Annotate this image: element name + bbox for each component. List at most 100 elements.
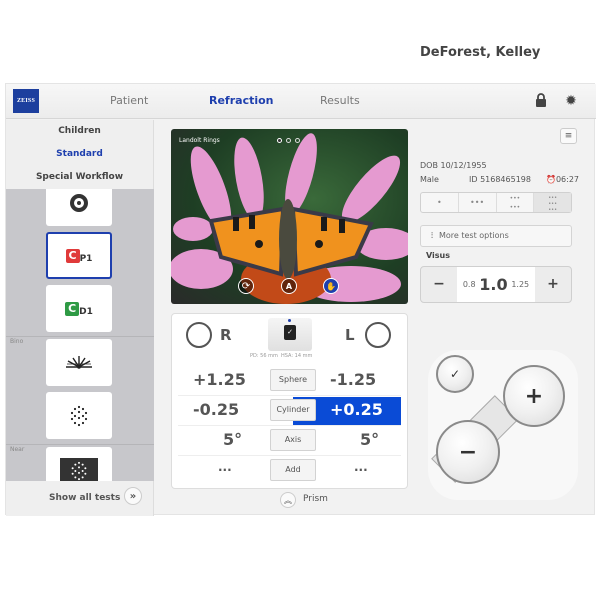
cylinder-right-value[interactable]: -0.25	[193, 400, 239, 419]
axis-right-value[interactable]: 5°	[223, 430, 242, 449]
axis-button[interactable]: Axis	[270, 429, 316, 451]
right-eye-button[interactable]	[186, 322, 212, 348]
chart-name-label: Landolt Rings	[179, 137, 220, 144]
group-divider	[6, 336, 154, 337]
test-chart-preview[interactable]: Landolt Rings ⟳ A ✋	[171, 129, 408, 304]
auto-icon: A	[285, 281, 293, 291]
left-eye-label: L	[345, 326, 355, 344]
dot-pattern-dark-icon	[60, 457, 98, 481]
zeiss-logo: ZEISS	[13, 89, 39, 113]
add-button[interactable]: Add	[270, 459, 316, 481]
chevrons-up-icon: ︽	[284, 495, 292, 505]
cylinder-row: -0.25 Cylinder +0.25	[178, 396, 401, 426]
tile-landolt-p1[interactable]: C P1	[46, 232, 112, 279]
add-right-value[interactable]: ...	[218, 460, 232, 474]
show-all-tests-label[interactable]: Show all tests	[49, 493, 120, 503]
test-tiles-list[interactable]: C P1 C D1 Bino Near	[6, 189, 154, 481]
patient-sex: Male	[420, 175, 439, 184]
segment-children[interactable]: Children	[6, 120, 153, 143]
auto-button[interactable]: A	[281, 278, 297, 294]
dot-pattern-icon	[70, 405, 88, 426]
control-pad: ✓ + −	[428, 350, 578, 500]
axis-row: 5° Axis 5°	[178, 426, 401, 456]
visus-next-value[interactable]: 1.25	[511, 280, 529, 289]
add-row: ... Add ...	[178, 456, 401, 486]
rotate-icon: ⟳	[241, 280, 251, 292]
tile-ring-target[interactable]	[46, 189, 112, 226]
patient-dob: DOB 10/12/1955	[420, 161, 487, 170]
timer-value: 06:27	[555, 175, 580, 184]
sphere-left-value[interactable]: -1.25	[330, 370, 376, 389]
tab-patient[interactable]: Patient	[110, 94, 148, 107]
tile-dot-pattern[interactable]	[46, 392, 112, 439]
cylinder-button[interactable]: Cylinder	[270, 399, 316, 421]
tile-label: P1	[79, 253, 93, 264]
landolt-c-icon: C	[65, 301, 80, 316]
segment-special-workflow[interactable]: Special Workflow	[6, 166, 153, 189]
prism-label[interactable]: Prism	[303, 494, 328, 504]
sphere-row: +1.25 Sphere -1.25	[178, 366, 401, 396]
block-optotype-option[interactable]: ••• •••	[497, 193, 535, 212]
landolt-c-icon: C	[65, 248, 80, 263]
pd-hsa-info: PD: 56 mm HSA: 14 mm	[250, 353, 312, 359]
page-indicator[interactable]	[277, 138, 300, 143]
refraction-panel: R L ✓ PD: 56 mm HSA: 14 mm +1.25 Sphere …	[171, 313, 408, 489]
more-test-options-button[interactable]: ⫶ More test options	[420, 225, 572, 247]
left-eye-button[interactable]	[365, 322, 391, 348]
ring-target-icon	[70, 193, 88, 212]
notes-button[interactable]: ≡	[560, 128, 577, 144]
tab-results[interactable]: Results	[320, 94, 360, 107]
tile-label: D1	[79, 306, 93, 317]
gear-icon[interactable]: ✹	[563, 93, 579, 109]
phoropter-icon[interactable]: ✓	[268, 318, 312, 351]
test-sidebar: Children Standard Special Workflow C P1 …	[6, 120, 154, 516]
group-label-bino: Bino	[10, 338, 24, 345]
cylinder-left-value[interactable]: +0.25	[330, 400, 383, 419]
sphere-right-value[interactable]: +1.25	[193, 370, 246, 389]
session-timer: ⏰06:27	[546, 175, 579, 184]
pd-value: PD: 56 mm	[250, 353, 278, 359]
axis-left-value[interactable]: 5°	[360, 430, 379, 449]
patient-name: DeForest, Kelley	[420, 45, 541, 60]
top-bar: ZEISS Patient Refraction Results ✹	[6, 84, 596, 119]
tile-dot-pattern-dark[interactable]	[46, 447, 112, 481]
lock-icon[interactable]	[533, 93, 549, 109]
hand-icon: ✋	[326, 281, 336, 291]
more-test-options-label: More test options	[439, 231, 509, 240]
tile-landolt-d1[interactable]: C D1	[46, 285, 112, 332]
full-chart-option[interactable]: ••• ••• •••	[534, 193, 571, 213]
group-label-near: Near	[10, 446, 25, 453]
lock-chart-button[interactable]: ✋	[323, 278, 339, 294]
sunburst-icon	[66, 355, 92, 369]
group-divider	[6, 444, 154, 445]
right-eye-label: R	[220, 326, 232, 344]
visus-increase-button[interactable]: +	[535, 267, 571, 302]
confirm-button[interactable]: ✓	[436, 355, 474, 393]
visus-label: Visus	[426, 251, 451, 260]
show-all-tests-button[interactable]: »	[124, 487, 142, 505]
add-left-value[interactable]: ...	[354, 460, 368, 474]
prism-toggle-button[interactable]: ︽	[280, 492, 296, 508]
decrease-button[interactable]: −	[436, 420, 500, 484]
visus-values: 0.8 1.0 1.25	[457, 267, 535, 302]
visus-current-value: 1.0	[479, 275, 508, 294]
single-optotype-option[interactable]: •	[421, 193, 459, 212]
sphere-button[interactable]: Sphere	[270, 369, 316, 391]
row-optotype-option[interactable]: •••	[459, 193, 497, 212]
show-all-tests-row: Show all tests »	[6, 481, 154, 516]
tile-sunburst[interactable]	[46, 339, 112, 386]
menu-lines-icon: ≡	[564, 131, 573, 141]
sliders-icon: ⫶	[431, 231, 433, 240]
segment-standard[interactable]: Standard	[6, 143, 153, 166]
visus-decrease-button[interactable]: −	[421, 267, 457, 302]
visus-stepper: − 0.8 1.0 1.25 +	[420, 266, 572, 303]
optotype-count-selector[interactable]: • ••• ••• ••• ••• ••• •••	[420, 192, 572, 213]
chevrons-right-icon: »	[129, 490, 137, 502]
patient-id: ID 5168465198	[469, 175, 531, 184]
tab-refraction[interactable]: Refraction	[209, 94, 274, 107]
hsa-value: HSA: 14 mm	[281, 353, 313, 359]
visus-prev-value[interactable]: 0.8	[463, 280, 476, 289]
alarm-clock-icon: ⏰	[546, 175, 556, 184]
rotate-button[interactable]: ⟳	[238, 278, 254, 294]
increase-button[interactable]: +	[503, 365, 565, 427]
